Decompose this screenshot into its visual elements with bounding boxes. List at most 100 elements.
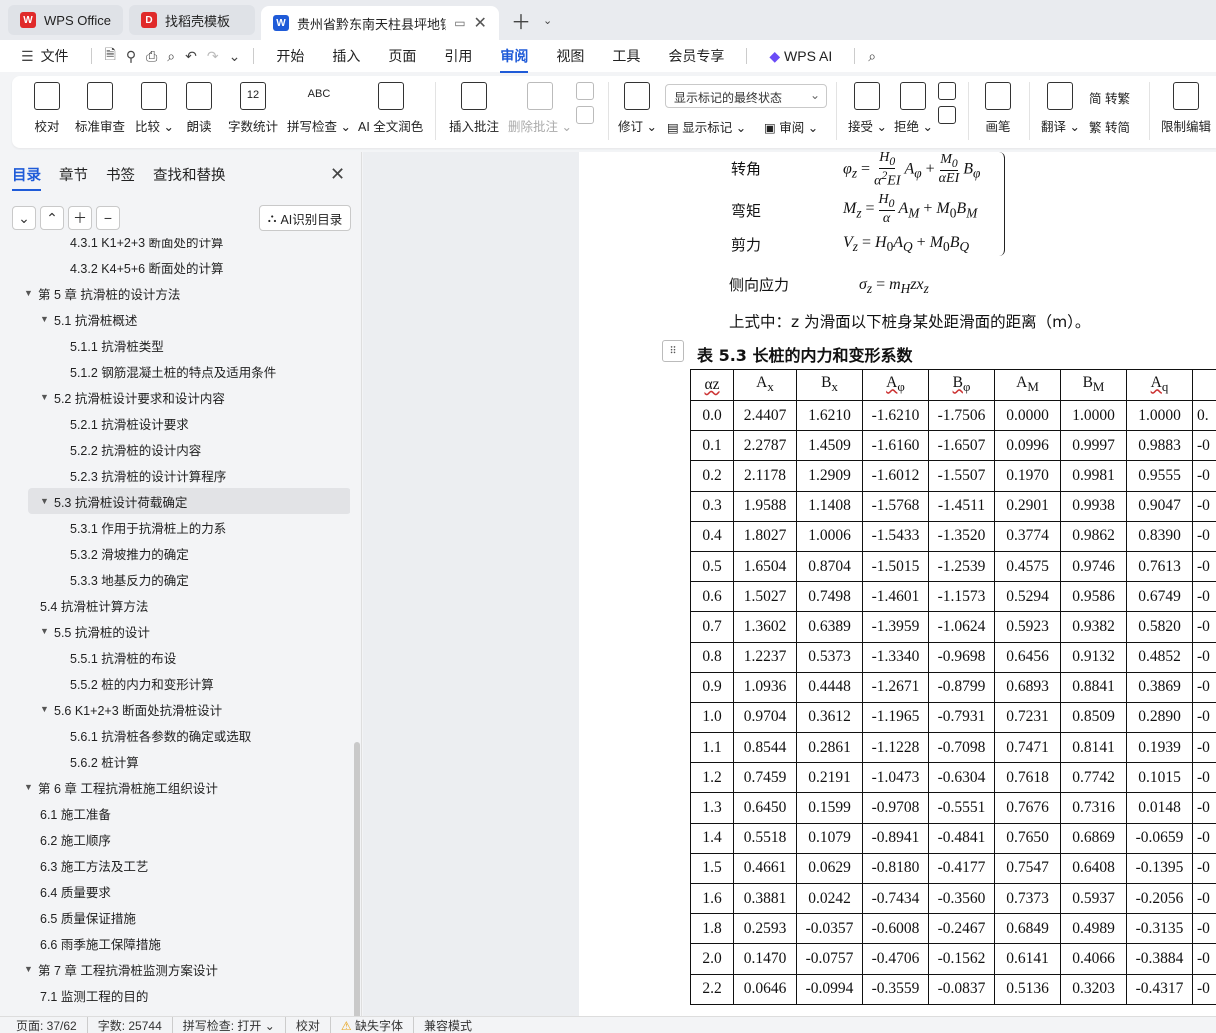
toc-item[interactable]: 4.3.1 K1+2+3 断面处的计算 (70, 238, 224, 254)
tab-current-document[interactable]: W 贵州省黔东南天柱县坪地镇某 ▭ ✕ (260, 6, 499, 40)
revise-button[interactable]: 修订 ⌄ (618, 82, 657, 135)
collapse-up-button[interactable]: ⌃ (40, 206, 64, 230)
close-icon[interactable]: ✕ (330, 164, 345, 185)
toc-item[interactable]: 5.3.1 作用于抗滑桩上的力系 (70, 514, 226, 540)
toc-item[interactable]: 7.1 监测工程的目的 (40, 982, 148, 1008)
drag-handle-icon[interactable]: ⠿ (662, 340, 684, 362)
draw-button[interactable]: 画笔 (985, 82, 1011, 135)
remove-heading-button[interactable]: − (96, 206, 120, 230)
expand-toggle-icon[interactable]: ▼ (24, 288, 38, 298)
toc-item[interactable]: 6.1 施工准备 (40, 800, 111, 826)
toc-item[interactable]: 5.6.1 抗滑桩各参数的确定或选取 (70, 722, 251, 748)
toc-item[interactable]: 5.6.2 桩计算 (70, 748, 139, 774)
print-icon[interactable]: ⎙ (141, 48, 162, 65)
hamburger-menu-icon[interactable]: ☰ (16, 48, 39, 65)
menu-member[interactable]: 会员专享 (654, 46, 738, 66)
toc-item[interactable]: 5.2.3 抗滑桩的设计计算程序 (70, 462, 226, 488)
chevron-down-icon[interactable]: ⌄ (543, 14, 552, 27)
menu-insert[interactable]: 插入 (318, 46, 374, 66)
share-icon[interactable]: ⚲ (121, 48, 141, 65)
menu-home[interactable]: 开始 (262, 46, 318, 66)
toc-item[interactable]: ▼ 第 5 章 抗滑桩的设计方法 (24, 280, 180, 306)
restrict-edit-button[interactable]: 限制编辑 (1161, 82, 1211, 135)
menu-review[interactable]: 审阅 (486, 46, 542, 73)
toc-item[interactable]: 4.3.2 K4+5+6 断面处的计算 (70, 254, 224, 280)
expand-toggle-icon[interactable]: ▼ (40, 704, 54, 714)
menu-file[interactable]: 文件 (39, 46, 83, 66)
to-traditional-button[interactable]: 简 转繁 (1089, 88, 1130, 107)
toc-item[interactable]: ▼ 5.6 K1+2+3 断面处抗滑桩设计 (40, 696, 222, 722)
reject-button[interactable]: 拒绝 ⌄ (894, 82, 933, 135)
toc-item[interactable]: 5.2.1 抗滑桩设计要求 (70, 410, 189, 436)
tab-toc[interactable]: 目录 (12, 164, 41, 191)
close-icon[interactable]: ✕ (474, 13, 487, 33)
tab-wps-office[interactable]: W WPS Office (8, 5, 123, 35)
standard-review-button[interactable]: 标准审查 (75, 82, 125, 135)
word-count-button[interactable]: 12 字数统计 (228, 82, 278, 135)
insert-comment-button[interactable]: 插入批注 (449, 82, 499, 135)
show-markup-button[interactable]: ▤ 显示标记 ⌄ (667, 117, 746, 136)
redo-icon[interactable]: ↷ (202, 48, 224, 65)
toc-item[interactable]: 6.6 雨季施工保障措施 (40, 930, 161, 956)
revision-nav-button[interactable] (938, 82, 956, 124)
collapse-down-button[interactable]: ⌄ (12, 206, 36, 230)
toc-item[interactable]: 5.4 抗滑桩计算方法 (40, 592, 148, 618)
more-chevron-icon[interactable]: ⌄ (224, 48, 246, 65)
add-heading-button[interactable]: ＋ (68, 206, 92, 230)
delete-comment-button[interactable]: 删除批注 ⌄ (508, 82, 572, 135)
accept-button[interactable]: 接受 ⌄ (848, 82, 887, 135)
search-icon[interactable]: ⌕ (863, 48, 881, 65)
menu-wps-ai[interactable]: ◆ WPS AI (755, 48, 846, 65)
toc-item[interactable]: ▼ 5.2 抗滑桩设计要求和设计内容 (40, 384, 225, 410)
menu-reference[interactable]: 引用 (430, 46, 486, 66)
status-page[interactable]: 页面: 37/62 (16, 1016, 88, 1033)
tab-bookmarks[interactable]: 书签 (106, 164, 135, 185)
review-pane-button[interactable]: ▣ 审阅 ⌄ (764, 117, 818, 136)
toc-item[interactable]: 5.3.3 地基反力的确定 (70, 566, 189, 592)
expand-toggle-icon[interactable]: ▼ (40, 314, 54, 324)
expand-toggle-icon[interactable]: ▼ (40, 626, 54, 636)
ai-polish-button[interactable]: AI 全文润色 (358, 82, 423, 135)
status-spell-check[interactable]: 拼写检查: 打开 ⌄ (183, 1016, 286, 1033)
ai-toc-button[interactable]: ⛬ AI识别目录 (259, 205, 351, 231)
toc-item[interactable]: 6.3 施工方法及工艺 (40, 852, 148, 878)
menu-view[interactable]: 视图 (542, 46, 598, 66)
toc-item[interactable]: 5.1.1 抗滑桩类型 (70, 332, 164, 358)
toc-item[interactable]: ▼ 5.5 抗滑桩的设计 (40, 618, 150, 644)
expand-toggle-icon[interactable]: ▼ (24, 964, 38, 974)
toc-item[interactable]: 6.2 施工顺序 (40, 826, 111, 852)
toc-item[interactable]: 6.4 质量要求 (40, 878, 111, 904)
menu-page[interactable]: 页面 (374, 46, 430, 66)
status-missing-font[interactable]: ⚠ 缺失字体 (341, 1016, 414, 1033)
toc-item[interactable]: 5.2.2 抗滑桩的设计内容 (70, 436, 201, 462)
proofread-button[interactable]: 校对 (34, 82, 60, 135)
toc-item[interactable]: 6.5 质量保证措施 (40, 904, 136, 930)
translate-button[interactable]: 翻译 ⌄ (1041, 82, 1080, 135)
menu-tools[interactable]: 工具 (598, 46, 654, 66)
toc-scrollbar[interactable] (354, 742, 360, 1033)
expand-toggle-icon[interactable]: ▼ (24, 782, 38, 792)
toc-item[interactable]: 5.5.2 桩的内力和变形计算 (70, 670, 214, 696)
tab-find-replace[interactable]: 查找和替换 (153, 164, 226, 185)
markup-state-select[interactable]: 显示标记的最终状态 ⌄ (665, 84, 827, 108)
status-word-count[interactable]: 字数: 25744 (98, 1016, 173, 1033)
comment-nav-button[interactable] (576, 82, 594, 124)
print-preview-icon[interactable]: ⌕ (162, 48, 180, 65)
expand-toggle-icon[interactable]: ▼ (40, 496, 54, 506)
toc-item[interactable]: ▼ 5.1 抗滑桩概述 (40, 306, 137, 332)
save-icon[interactable]: 🗎 (100, 44, 121, 68)
toc-item[interactable]: 5.1.2 钢筋混凝土桩的特点及适用条件 (70, 358, 276, 384)
toc-item[interactable]: 5.3.2 滑坡推力的确定 (70, 540, 189, 566)
read-aloud-button[interactable]: 朗读 (186, 82, 212, 135)
compare-button[interactable]: 比较 ⌄ (135, 82, 174, 135)
expand-toggle-icon[interactable]: ▼ (40, 392, 54, 402)
tab-docer-templates[interactable]: D 找稻壳模板 (128, 5, 255, 35)
toc-item[interactable]: 5.5.1 抗滑桩的布设 (70, 644, 176, 670)
new-tab-icon[interactable]: ＋ (505, 6, 537, 35)
spell-check-button[interactable]: ABC 拼写检查 ⌄ (287, 82, 351, 135)
tab-chapters[interactable]: 章节 (59, 164, 88, 185)
toc-item[interactable]: ▼ 第 6 章 工程抗滑桩施工组织设计 (24, 774, 218, 800)
undo-icon[interactable]: ↶ (180, 48, 202, 65)
status-proofread[interactable]: 校对 (296, 1016, 331, 1033)
toc-item[interactable]: ▼ 第 7 章 工程抗滑桩监测方案设计 (24, 956, 218, 982)
